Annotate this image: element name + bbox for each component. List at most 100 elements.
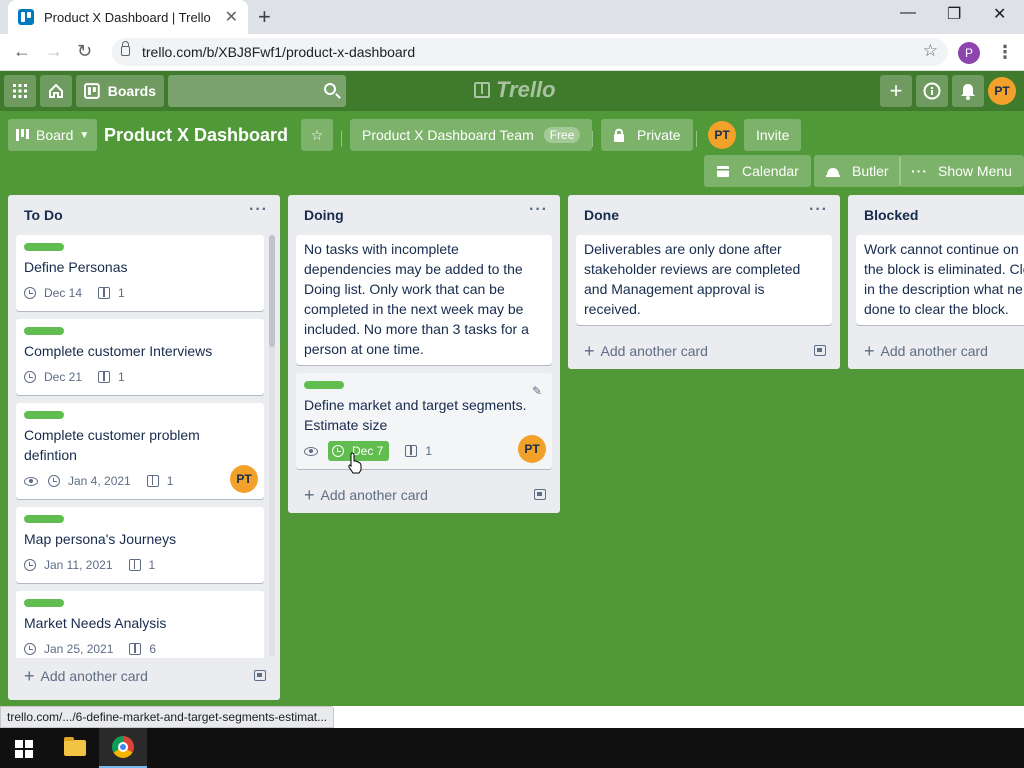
- create-plus-icon[interactable]: +: [880, 75, 912, 107]
- close-window-icon[interactable]: ✕: [993, 4, 1006, 24]
- back-arrow-icon[interactable]: ←: [13, 41, 31, 62]
- home-icon[interactable]: [40, 75, 72, 107]
- search-input[interactable]: [168, 75, 346, 107]
- show-menu-button[interactable]: ··· Show Menu: [899, 155, 1024, 187]
- green-label[interactable]: [24, 243, 64, 251]
- card-title: Define market and target segments. Estim…: [304, 397, 527, 433]
- list-header[interactable]: Done ···: [568, 195, 840, 235]
- card-badges: Dec 7 1: [304, 439, 544, 463]
- card[interactable]: Define Personas Dec 14 1: [16, 235, 264, 311]
- browser-profile-avatar[interactable]: P: [958, 42, 980, 64]
- close-tab-icon[interactable]: ✕: [225, 7, 238, 27]
- header-divider: [341, 131, 342, 147]
- new-tab-button[interactable]: +: [258, 4, 271, 30]
- card[interactable]: Market Needs Analysis Jan 25, 2021 6: [16, 591, 264, 658]
- card[interactable]: No tasks with incomplete dependencies ma…: [296, 235, 552, 365]
- list-header[interactable]: Doing ···: [288, 195, 560, 235]
- green-label[interactable]: [304, 381, 344, 389]
- plus-icon: +: [584, 340, 595, 361]
- add-card-button[interactable]: + Add another card: [848, 333, 1024, 369]
- card-member-avatar[interactable]: PT: [518, 435, 546, 463]
- card-template-icon[interactable]: [254, 670, 266, 681]
- plus-icon: +: [24, 665, 35, 686]
- edit-pencil-icon[interactable]: ✎: [532, 381, 542, 401]
- list-menu-icon[interactable]: ···: [529, 201, 548, 219]
- list-title[interactable]: Doing: [304, 207, 344, 223]
- address-bar[interactable]: trello.com/b/XBJ8Fwf1/product-x-dashboar…: [112, 38, 948, 66]
- trello-logo[interactable]: Trello: [474, 77, 556, 103]
- add-card-button[interactable]: + Add another card: [8, 658, 280, 694]
- list-title[interactable]: To Do: [24, 207, 63, 223]
- card-template-icon[interactable]: [814, 345, 826, 356]
- team-name: Product X Dashboard Team: [362, 127, 534, 143]
- chrome-icon: [112, 736, 134, 758]
- user-avatar[interactable]: PT: [988, 77, 1016, 105]
- scrollbar-thumb[interactable]: [269, 235, 275, 347]
- board-member-avatar[interactable]: PT: [708, 121, 736, 149]
- list-menu-icon[interactable]: ···: [249, 201, 268, 219]
- star-icon: ☆: [310, 126, 324, 143]
- card[interactable]: Deliverables are only done after stakeho…: [576, 235, 832, 325]
- bookmark-star-icon[interactable]: ☆: [923, 41, 938, 61]
- card[interactable]: Work cannot continue on the block is eli…: [856, 235, 1024, 325]
- list-cards: Work cannot continue on the block is eli…: [848, 235, 1024, 325]
- minimize-icon[interactable]: —: [900, 4, 916, 22]
- checklist-icon: [129, 643, 142, 655]
- browser-menu-icon[interactable]: ⋮: [996, 42, 1014, 63]
- windows-start-icon[interactable]: [15, 740, 33, 758]
- list-menu-icon[interactable]: ···: [809, 201, 828, 219]
- due-date-badge[interactable]: Jan 11, 2021: [24, 555, 113, 575]
- green-label[interactable]: [24, 411, 64, 419]
- chrome-taskbar-button[interactable]: [99, 728, 147, 768]
- boards-button[interactable]: Boards: [76, 75, 164, 107]
- info-icon[interactable]: [916, 75, 948, 107]
- list-title[interactable]: Blocked: [864, 207, 918, 223]
- add-card-button[interactable]: + Add another card: [288, 477, 560, 513]
- card[interactable]: Complete customer Interviews Dec 21 1: [16, 319, 264, 395]
- star-board-button[interactable]: ☆: [301, 119, 333, 151]
- green-label[interactable]: [24, 327, 64, 335]
- card-member-avatar[interactable]: PT: [230, 465, 258, 493]
- list-doing: Doing ··· No tasks with incomplete depen…: [288, 195, 560, 513]
- file-explorer-taskbar-button[interactable]: [51, 728, 99, 768]
- board-title[interactable]: Product X Dashboard: [104, 125, 288, 146]
- card-badges: Jan 4, 2021 1: [24, 469, 256, 493]
- due-date-badge[interactable]: Dec 14: [24, 283, 82, 303]
- card-template-icon[interactable]: [534, 489, 546, 500]
- calendar-powerup-button[interactable]: Calendar: [704, 155, 811, 187]
- due-date-badge[interactable]: Dec 21: [24, 367, 82, 387]
- list-title[interactable]: Done: [584, 207, 619, 223]
- board-view-switcher[interactable]: Board ▼: [8, 119, 98, 151]
- green-label[interactable]: [24, 515, 64, 523]
- list-cards: Deliverables are only done after stakeho…: [568, 235, 840, 325]
- add-card-button[interactable]: + Add another card: [568, 333, 840, 369]
- hand-cursor-icon: [348, 452, 362, 474]
- maximize-icon[interactable]: ❐: [947, 4, 961, 24]
- card[interactable]: ✎ Define market and target segments. Est…: [296, 373, 552, 469]
- browser-tab[interactable]: Product X Dashboard | Trello ✕: [8, 0, 248, 34]
- checklist-icon: [146, 475, 159, 487]
- team-button[interactable]: Product X Dashboard Team Free: [350, 119, 593, 151]
- apps-grid-icon[interactable]: [4, 75, 36, 107]
- list-scrollbar[interactable]: [269, 235, 275, 657]
- visibility-button[interactable]: Private: [601, 119, 693, 151]
- list-header[interactable]: Blocked: [848, 195, 1024, 235]
- butler-bell-icon: [826, 168, 840, 177]
- green-label[interactable]: [24, 599, 64, 607]
- trello-top-nav: Boards Trello + PT: [0, 71, 1024, 111]
- card-title: Complete customer Interviews: [24, 343, 213, 359]
- due-date-badge[interactable]: Jan 25, 2021: [24, 639, 113, 658]
- list-header[interactable]: To Do ···: [8, 195, 280, 235]
- card-title: Work cannot continue on the block is eli…: [864, 241, 1024, 317]
- clock-icon: [48, 475, 60, 487]
- invite-button[interactable]: Invite: [744, 119, 802, 151]
- reload-icon[interactable]: ↻: [77, 41, 92, 62]
- forward-arrow-icon[interactable]: →: [45, 41, 63, 62]
- due-date-badge[interactable]: Jan 4, 2021: [48, 471, 131, 491]
- trello-favicon-icon: [18, 9, 34, 25]
- butler-button[interactable]: Butler: [814, 155, 901, 187]
- card-title: Map persona's Journeys: [24, 531, 177, 547]
- card[interactable]: Map persona's Journeys Jan 11, 2021 1: [16, 507, 264, 583]
- card[interactable]: Complete customer problem defintion Jan …: [16, 403, 264, 499]
- notifications-bell-icon[interactable]: [952, 75, 984, 107]
